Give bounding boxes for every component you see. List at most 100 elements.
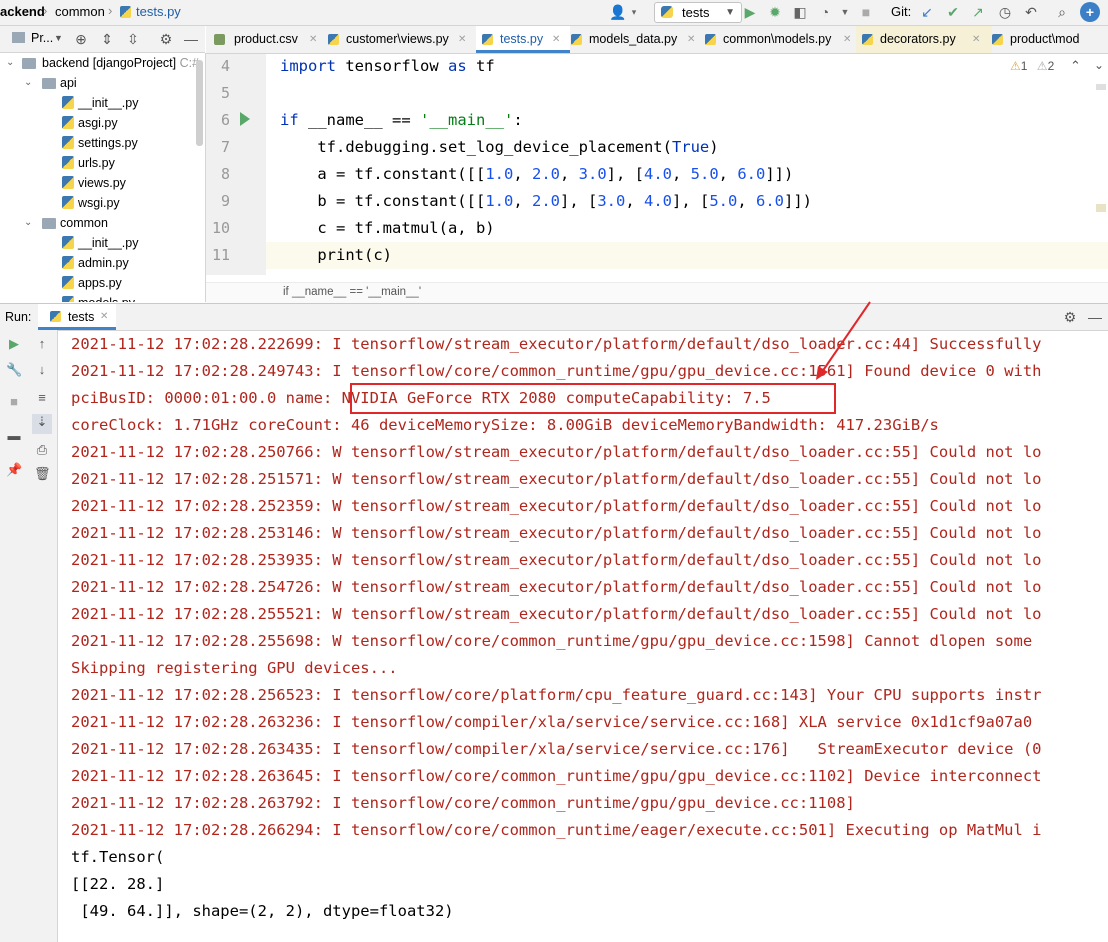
chevron-down-icon[interactable]: ⌄	[24, 73, 34, 93]
tree-item-file[interactable]: settings.py	[0, 133, 205, 153]
arrow-up-icon[interactable]: ↑	[34, 336, 50, 352]
git-push-icon[interactable]: ↗	[969, 3, 987, 21]
editor-tab[interactable]: decorators.py ✕	[856, 26, 992, 53]
tree-item-file[interactable]: apps.py	[0, 273, 205, 293]
print-icon[interactable]: ⎙	[34, 442, 50, 458]
run-icon[interactable]: ▶	[741, 3, 759, 21]
tree-item-file[interactable]: wsgi.py	[0, 193, 205, 213]
search-icon[interactable]: ⌕	[1053, 3, 1071, 21]
tree-item-file[interactable]: __init__.py	[0, 233, 205, 253]
tree-item-common[interactable]: ⌄ common	[0, 213, 205, 233]
weak-warning-icon: ⚠	[1036, 59, 1048, 73]
line-number: 11	[211, 246, 230, 264]
editor-breadcrumb[interactable]: if __name__ == '__main__'	[206, 282, 1108, 303]
editor-tab[interactable]: product\mod	[992, 26, 1108, 53]
chevron-down-icon[interactable]: ⌄	[6, 53, 16, 73]
run-panel-label: Run:	[5, 310, 32, 324]
tree-item-file[interactable]: models.py	[0, 293, 205, 302]
chevron-down-icon[interactable]: ⌄	[1094, 58, 1104, 72]
code-line[interactable]: tf.debugging.set_log_device_placement(Tr…	[280, 134, 718, 161]
console-line: 2021-11-12 17:02:28.254726: W tensorflow…	[71, 578, 1042, 596]
tree-item-file[interactable]: admin.py	[0, 253, 205, 273]
chevron-down-icon[interactable]: ▾	[625, 3, 643, 21]
stop-icon[interactable]: ■	[857, 3, 875, 21]
project-view-selector[interactable]: Pr...	[31, 31, 53, 45]
editor-tab[interactable]: customer\views.py ✕	[328, 26, 474, 53]
breadcrumb-folder[interactable]: common	[55, 4, 105, 19]
python-file-icon	[62, 176, 74, 189]
tree-item-label: admin.py	[78, 256, 129, 270]
tree-item-file[interactable]: urls.py	[0, 153, 205, 173]
chevron-up-icon[interactable]: ⌃	[1070, 58, 1081, 74]
editor-tab[interactable]: product.csv ✕	[214, 26, 328, 53]
tree-item-file[interactable]: __init__.py	[0, 93, 205, 113]
soft-wrap-icon[interactable]: ≡	[34, 390, 50, 406]
rerun-icon[interactable]: ▶	[6, 336, 22, 352]
tree-item-file[interactable]: views.py	[0, 173, 205, 193]
error-stripe-mark[interactable]	[1096, 204, 1106, 212]
debug-icon[interactable]: ✹	[766, 3, 784, 21]
git-commit-icon[interactable]: ✔	[944, 3, 962, 21]
editor-tab[interactable]: models_data.py ✕	[571, 26, 701, 53]
error-stripe-mark[interactable]	[1096, 84, 1106, 90]
git-update-icon[interactable]: ↙	[918, 3, 936, 21]
minimize-icon[interactable]: —	[182, 30, 200, 48]
code-line[interactable]: print(c)	[280, 242, 392, 269]
gear-icon[interactable]: ⚙	[1061, 308, 1079, 326]
breadcrumb-project[interactable]: ackend	[0, 4, 45, 19]
tree-item-label: backend [djangoProject] C:#	[42, 56, 200, 70]
python-file-icon	[62, 236, 74, 249]
close-icon[interactable]: ✕	[309, 26, 317, 53]
run-panel-header: Run: tests ✕ ⚙ —	[0, 303, 1108, 331]
history-icon[interactable]: ◷	[996, 3, 1014, 21]
stop-icon[interactable]: ■	[6, 394, 22, 410]
breadcrumb-file[interactable]: tests.py	[136, 4, 181, 19]
chevron-down-icon[interactable]: ⌄	[24, 213, 34, 233]
rollback-icon[interactable]: ↶	[1022, 3, 1040, 21]
close-icon[interactable]: ✕	[687, 26, 695, 53]
line-number: 4	[220, 57, 230, 75]
ide-updates-icon[interactable]: +	[1080, 2, 1100, 22]
expand-all-icon[interactable]: ⇕	[98, 30, 116, 48]
gear-icon[interactable]: ⚙	[157, 30, 175, 48]
profile-icon[interactable]: ◔	[816, 3, 834, 21]
chevron-down-icon[interactable]: ▼	[836, 3, 854, 21]
run-tab[interactable]: tests ✕	[38, 304, 116, 330]
pin-icon[interactable]: 📌	[6, 462, 22, 478]
wrench-icon[interactable]: 🔧	[6, 362, 22, 378]
scroll-to-end-icon[interactable]: ⇣	[32, 414, 52, 434]
console-line: 2021-11-12 17:02:28.255698: W tensorflow…	[71, 632, 1033, 650]
run-gutter-icon[interactable]	[240, 112, 250, 126]
tree-item-label: urls.py	[78, 156, 115, 170]
python-file-icon	[62, 116, 74, 129]
arrow-down-icon[interactable]: ↓	[34, 362, 50, 378]
code-line[interactable]: b = tf.constant([[1.0, 2.0], [3.0, 4.0],…	[280, 188, 812, 215]
project-toolbar: Pr... ▼ ⊕ ⇕ ⇳ ⚙ —	[0, 26, 205, 53]
trash-icon[interactable]: 🗑	[34, 466, 51, 482]
locate-icon[interactable]: ⊕	[72, 30, 90, 48]
warnings-indicator[interactable]: ⚠1 ⚠2	[1010, 59, 1054, 73]
coverage-icon[interactable]: ◧	[791, 3, 809, 21]
code-line[interactable]: import tensorflow as tf	[280, 53, 495, 80]
close-icon[interactable]: ✕	[458, 26, 466, 53]
code-line[interactable]: a = tf.constant([[1.0, 2.0, 3.0], [4.0, …	[280, 161, 793, 188]
close-icon[interactable]: ✕	[100, 311, 108, 322]
close-icon[interactable]: ✕	[552, 26, 560, 53]
code-line[interactable]: c = tf.matmul(a, b)	[280, 215, 494, 242]
minimize-icon[interactable]: —	[1086, 308, 1104, 326]
layout-icon[interactable]: ▬	[6, 428, 22, 444]
run-configuration-selector[interactable]: tests ▼	[654, 2, 742, 23]
editor-tab-label: models_data.py	[589, 32, 678, 46]
code-line[interactable]: if __name__ == '__main__':	[280, 107, 523, 134]
console-line: [49. 64.]], shape=(2, 2), dtype=float32)	[71, 902, 454, 920]
close-icon[interactable]: ✕	[843, 26, 851, 53]
chevron-down-icon[interactable]: ▼	[54, 33, 63, 43]
collapse-all-icon[interactable]: ⇳	[124, 30, 142, 48]
close-icon[interactable]: ✕	[972, 26, 980, 53]
tree-item-backend[interactable]: ⌄ backend [djangoProject] C:#	[0, 53, 205, 73]
editor-tab[interactable]: common\models.py ✕	[705, 26, 861, 53]
editor-tab-active[interactable]: tests.py ✕	[476, 26, 570, 53]
tree-item-file[interactable]: asgi.py	[0, 113, 205, 133]
tree-item-api[interactable]: ⌄ api	[0, 73, 205, 93]
project-scrollbar[interactable]	[196, 60, 203, 146]
